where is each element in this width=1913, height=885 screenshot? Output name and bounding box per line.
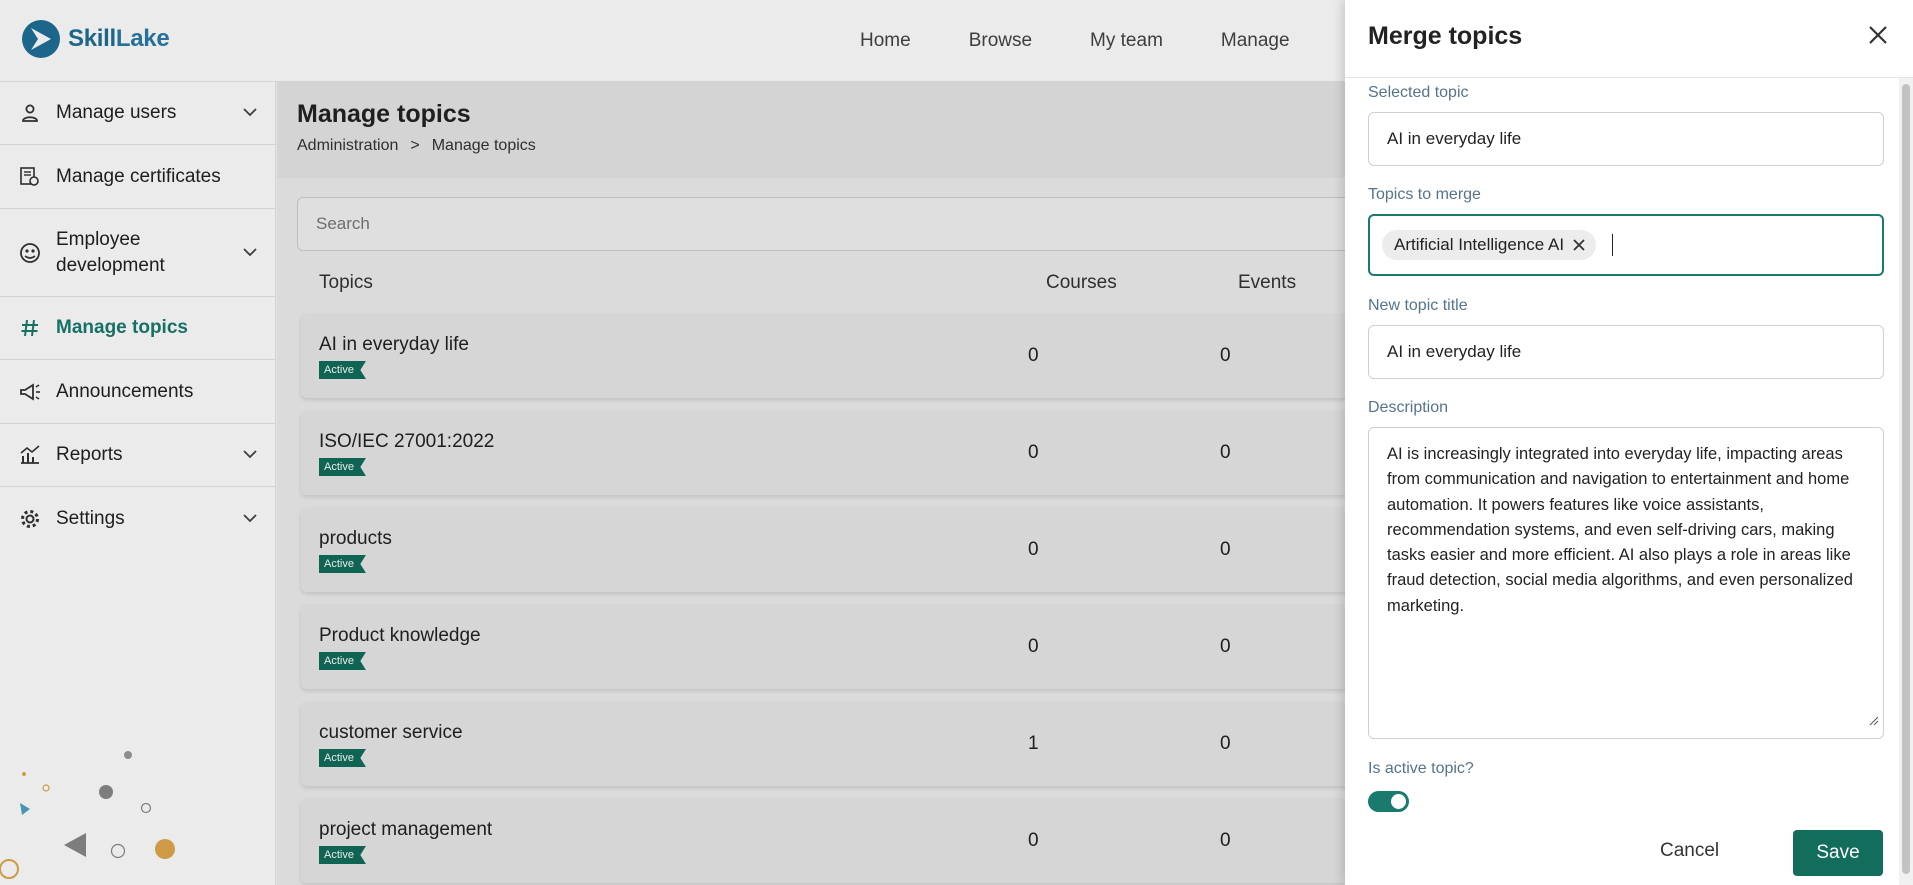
selected-topic-value: AI in everyday life: [1387, 129, 1522, 148]
new-topic-title-value: AI in everyday life: [1387, 342, 1522, 361]
description-label: Description: [1368, 399, 1449, 416]
remove-chip-icon[interactable]: [1572, 238, 1586, 252]
active-toggle[interactable]: [1368, 791, 1409, 812]
save-button[interactable]: Save: [1793, 830, 1883, 876]
drawer-title: Merge topics: [1368, 22, 1523, 50]
description-textarea[interactable]: AI is increasingly integrated into every…: [1368, 427, 1884, 739]
modal-backdrop[interactable]: [0, 0, 1345, 885]
is-active-label: Is active topic?: [1368, 760, 1474, 777]
drawer-scrollbar[interactable]: [1899, 78, 1913, 885]
new-topic-title-field[interactable]: AI in everyday life: [1368, 325, 1884, 379]
cancel-button[interactable]: Cancel: [1660, 840, 1719, 862]
topics-to-merge-input[interactable]: Artificial Intelligence AI: [1368, 214, 1884, 276]
close-icon[interactable]: [1863, 20, 1893, 50]
text-cursor: [1612, 234, 1614, 256]
selected-topic-label: Selected topic: [1368, 84, 1469, 101]
topics-to-merge-label: Topics to merge: [1368, 186, 1481, 203]
resize-handle-icon[interactable]: [1867, 709, 1879, 734]
new-topic-title-label: New topic title: [1368, 297, 1468, 314]
selected-topic-field[interactable]: AI in everyday life: [1368, 112, 1884, 166]
description-value: AI is increasingly integrated into every…: [1387, 445, 1853, 615]
drawer-header: Merge topics: [1345, 0, 1913, 78]
topic-chip-label: Artificial Intelligence AI: [1394, 235, 1565, 254]
topic-chip: Artificial Intelligence AI: [1382, 230, 1597, 260]
merge-topics-drawer: Merge topics Selected topic AI in everyd…: [1345, 0, 1913, 885]
scrollbar-thumb[interactable]: [1902, 84, 1910, 874]
